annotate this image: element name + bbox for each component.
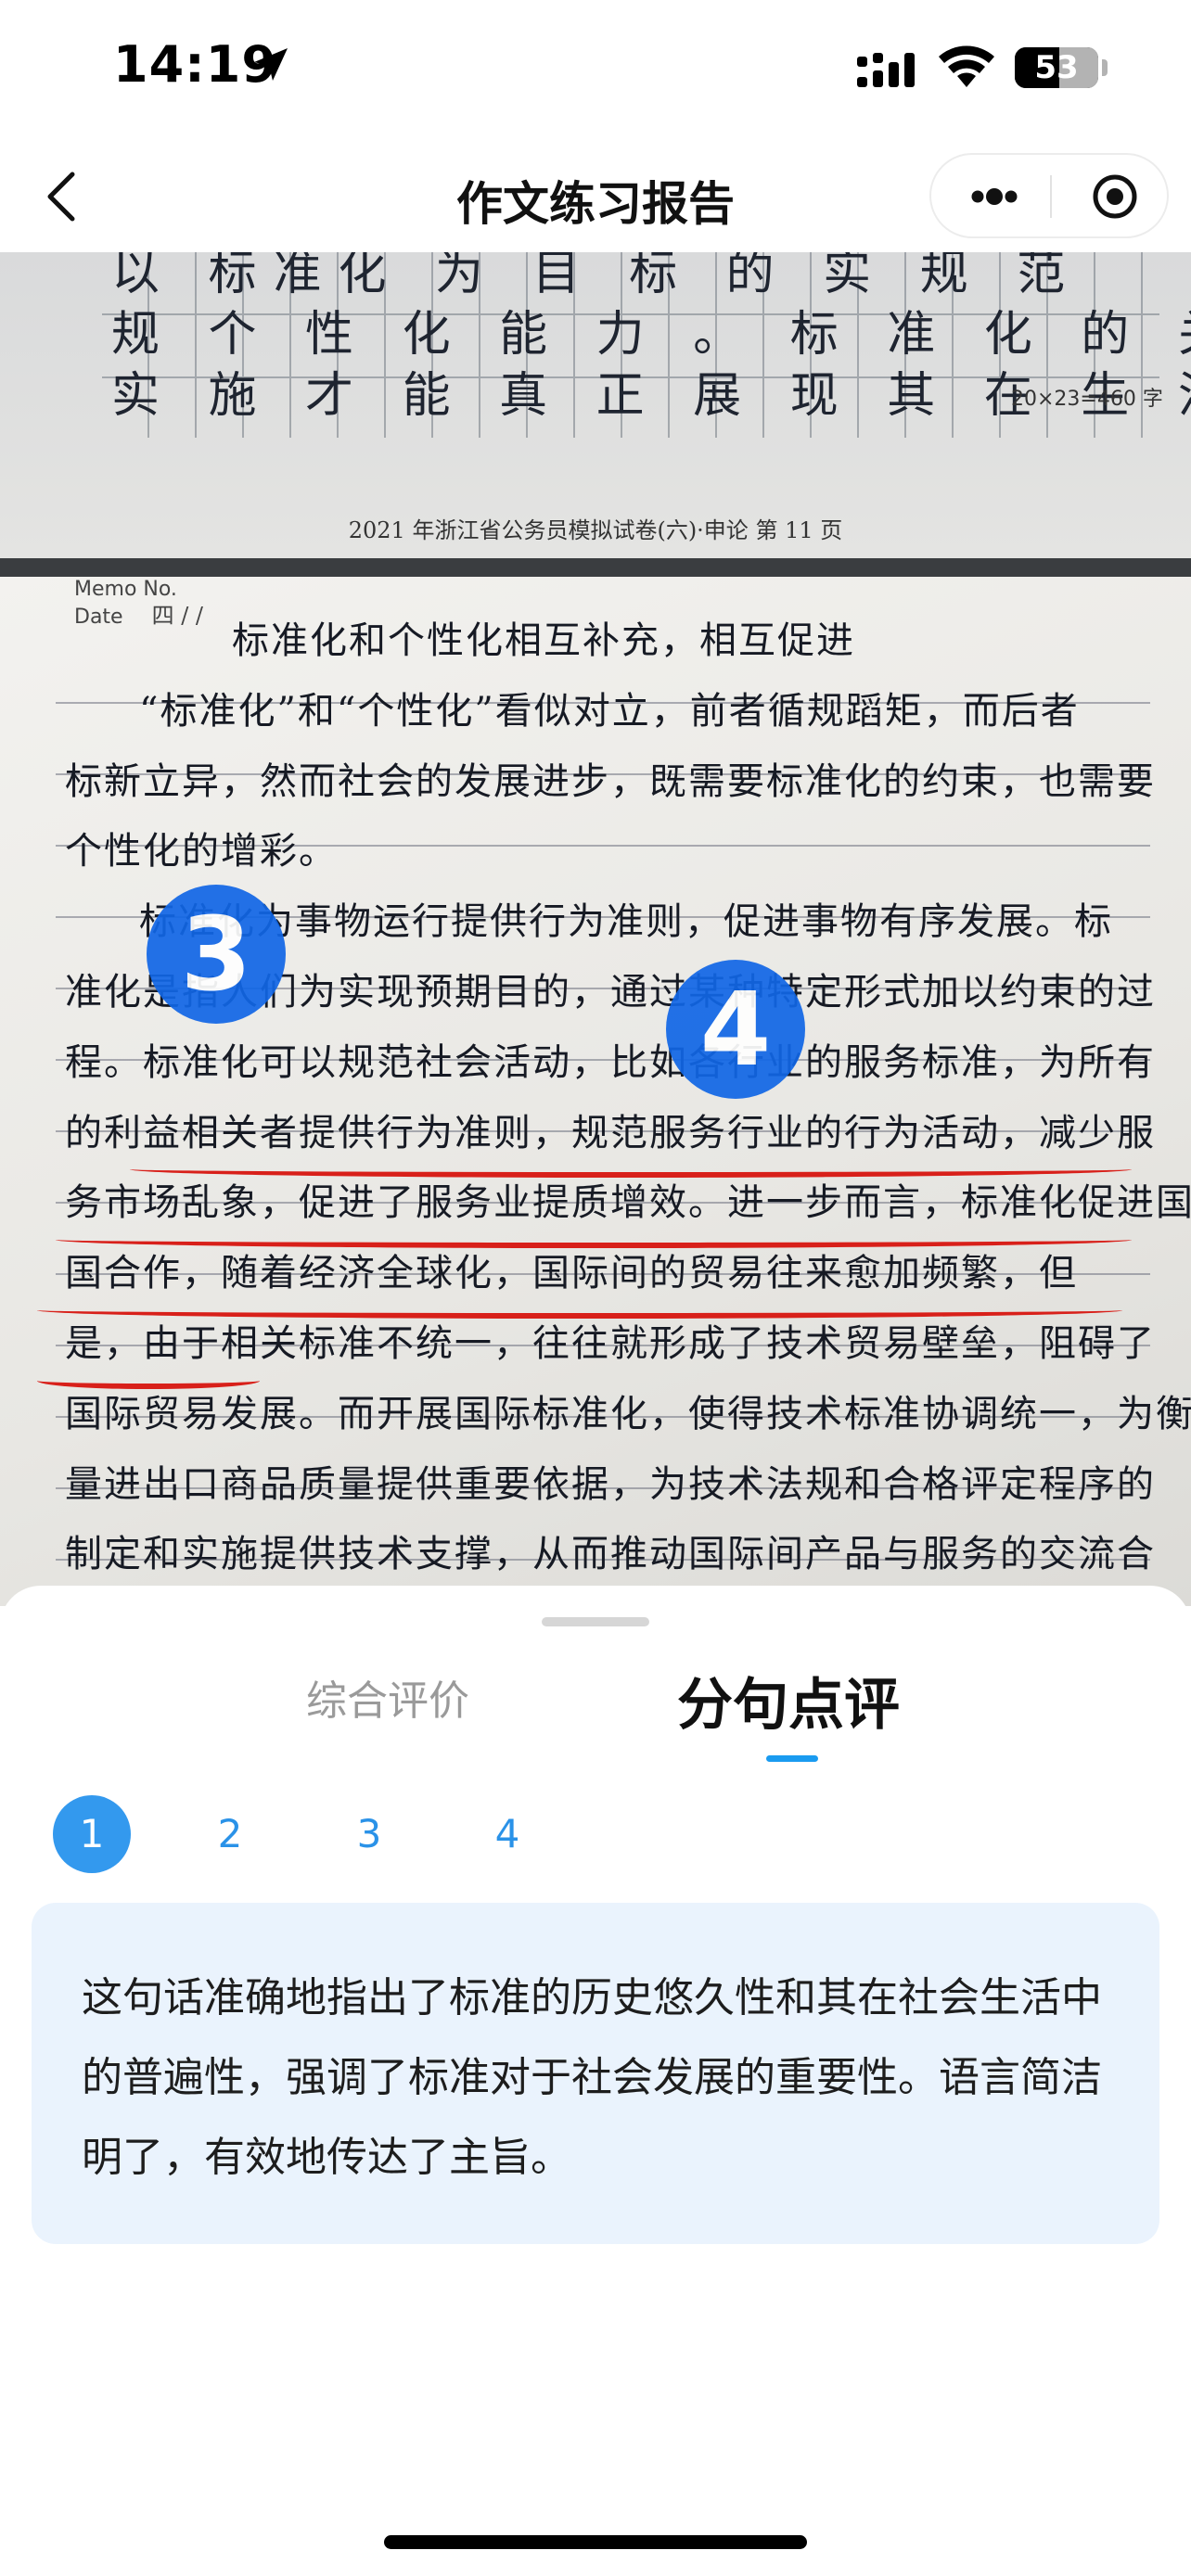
essay-line: 标准化和个性化相互补充，相互促进 xyxy=(232,619,855,662)
essay-line: 制定和实施提供技术支撑，从而推动国际间产品与服务的交流合 xyxy=(65,1533,1156,1576)
battery-cap xyxy=(1102,59,1108,76)
highlight-underline xyxy=(130,1161,1132,1178)
battery-icon: 53 xyxy=(1015,47,1098,88)
date-label: Date xyxy=(74,606,123,629)
date-value: 四 / / xyxy=(151,603,204,629)
memo-page: Memo No. Date 四 / / 标准化和个性化相互补充，相互促进 “标准化… xyxy=(0,577,1191,1606)
exam-footer: 2021 年浙江省公务员模拟试卷(六)·申论 第 11 页 xyxy=(348,517,843,543)
highlight-underline xyxy=(37,1372,260,1389)
essay-line: 务市场乱象，促进了服务业提质增效。进一步而言，标准化促进国与 xyxy=(65,1181,1191,1225)
sentence-number-1[interactable]: 1 xyxy=(53,1795,131,1873)
memo-header: Memo No. Date 四 / / xyxy=(74,577,203,631)
location-arrow-icon xyxy=(254,48,288,81)
essay-line: 程。标准化可以规范社会活动，比如各行业的服务标准，为所有 xyxy=(65,1040,1156,1084)
comment-text: 这句话准确地指出了标准的历史悠久性和其在社会生活中的普遍性，强调了标准对于社会发… xyxy=(82,1974,1102,2181)
nav-bar: 作文练习报告 xyxy=(0,139,1191,252)
essay-line: 是，由于相关标准不统一，往往就形成了技术贸易壁垒，阻碍了 xyxy=(65,1322,1156,1365)
close-target-icon[interactable] xyxy=(1070,170,1154,223)
sentence-number-2[interactable]: 2 xyxy=(191,1795,269,1873)
review-sheet: 综合评价 分句点评 1 2 3 4 这句话准确地指出了标准的历史悠久性和其在社会… xyxy=(0,1586,1191,2576)
sentence-number-4[interactable]: 4 xyxy=(468,1795,546,1873)
sentence-marker-4[interactable]: 4 xyxy=(666,960,805,1099)
sentence-number-3[interactable]: 3 xyxy=(330,1795,408,1873)
memo-no-label: Memo No. xyxy=(74,578,177,601)
essay-line: 国际贸易发展。而开展国际标准化，使得技术标准协调统一，为衡 xyxy=(65,1392,1191,1435)
home-indicator[interactable] xyxy=(384,2535,807,2549)
status-bar: 14:19 53 xyxy=(0,0,1191,139)
essay-line: “标准化”和“个性化”看似对立，前者循规蹈矩，而后者 xyxy=(139,689,1080,733)
capsule-divider xyxy=(1050,175,1052,218)
active-tab-indicator xyxy=(766,1755,818,1762)
highlight-underline xyxy=(37,1302,1122,1319)
essay-line: 量进出口商品质量提供重要依据，为技术法规和合格评定程序的 xyxy=(65,1462,1156,1506)
essay-line: 个性化的增彩。 xyxy=(65,830,338,874)
cellular-signal-icon xyxy=(857,53,915,87)
highlight-underline xyxy=(56,1231,1132,1248)
tab-sentence-review[interactable]: 分句点评 xyxy=(677,1660,900,1741)
answer-sheet-top: 以 标准化 为 目 标 的 实 规 范 规 个 性 化 能 力 。 标 准 化 … xyxy=(0,252,1191,558)
battery-level: 53 xyxy=(1034,49,1079,86)
sentence-marker-3[interactable]: 3 xyxy=(147,885,286,1024)
drag-handle[interactable] xyxy=(542,1617,649,1626)
essay-line: 标新立异，然而社会的发展进步，既需要标准化的约束，也需要 xyxy=(65,759,1156,803)
tab-overall-review[interactable]: 综合评价 xyxy=(306,1667,469,1727)
mini-program-capsule xyxy=(929,153,1169,238)
grid-count: 20×23=460 字 xyxy=(1011,388,1163,411)
wifi-icon xyxy=(939,45,994,87)
essay-line: 标准化为事物运行提供行为准则，促进事物有序发展。标 xyxy=(139,900,1113,944)
photo-divider xyxy=(0,558,1191,577)
essay-line: 的利益相关者提供行为准则，规范服务行业的行为活动，减少服 xyxy=(65,1111,1156,1154)
top-line-2: 规 个 性 化 能 力 。 标 准 化 的 关 键 在 于 实 施 ， 唯 有 xyxy=(111,307,1191,363)
essay-line: 国合作，随着经济全球化，国际间的贸易往来愈加频繁，但 xyxy=(65,1252,1078,1295)
essay-photo: 以 标准化 为 目 标 的 实 规 范 规 个 性 化 能 力 。 标 准 化 … xyxy=(0,252,1191,1606)
more-dots-icon[interactable] xyxy=(950,170,1039,223)
comment-card: 这句话准确地指出了标准的历史悠久性和其在社会生活中的普遍性，强调了标准对于社会发… xyxy=(32,1903,1159,2244)
